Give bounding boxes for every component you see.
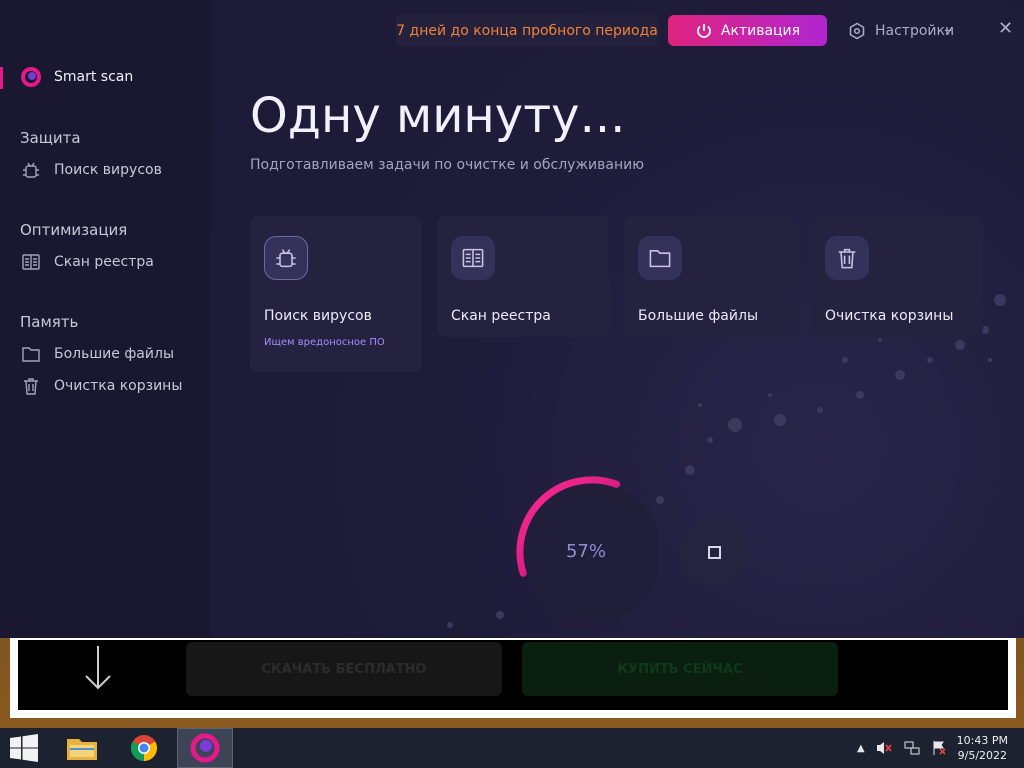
task-card-virus-scan[interactable]: Поиск вирусов Ищем вредоносное ПО	[250, 216, 422, 372]
sidebar-item-label: Очистка корзины	[54, 378, 183, 394]
page-subtitle: Подготавливаем задачи по очистке и обслу…	[250, 157, 645, 173]
bug-icon	[264, 236, 308, 280]
clock-date: 9/5/2022	[957, 749, 1008, 762]
chevron-up-icon[interactable]: ▲	[857, 743, 865, 754]
buy-now-button: КУПИТЬ СЕЙЧАС	[522, 642, 838, 696]
sidebar-section-protection: Защита	[20, 129, 81, 147]
sidebar-item-label: Smart scan	[54, 69, 134, 85]
active-indicator	[0, 67, 3, 89]
smart-scan-logo-icon	[20, 66, 42, 88]
task-card-large-files[interactable]: Большие файлы	[624, 216, 796, 337]
sidebar-item-recycle-clean[interactable]: Очистка корзины	[20, 375, 182, 397]
taskbar-chrome[interactable]	[116, 728, 172, 768]
cleaner-app-icon	[190, 733, 220, 763]
power-icon	[697, 23, 711, 38]
sidebar-section-memory: Память	[20, 313, 79, 331]
download-free-button: СКАЧАТЬ БЕСПЛАТНО	[186, 642, 502, 696]
activate-label: Активация	[720, 22, 801, 39]
trash-icon	[20, 375, 42, 397]
registry-book-icon	[20, 251, 42, 273]
task-card-label: Поиск вирусов	[264, 308, 372, 324]
taskbar-file-explorer[interactable]	[54, 728, 110, 768]
network-icon[interactable]	[903, 740, 921, 756]
registry-book-icon	[451, 236, 495, 280]
action-center-flag-icon[interactable]	[931, 740, 947, 756]
sidebar-item-large-files[interactable]: Большие файлы	[20, 343, 174, 365]
background-window-body: СКАЧАТЬ БЕСПЛАТНО КУПИТЬ СЕЙЧАС	[18, 640, 1008, 710]
background-window: СКАЧАТЬ БЕСПЛАТНО КУПИТЬ СЕЙЧАС	[10, 636, 1016, 718]
close-button[interactable]: ✕	[998, 18, 1016, 42]
activate-button[interactable]: Активация	[668, 15, 827, 46]
trash-icon	[825, 236, 869, 280]
settings-label: Настройки	[875, 22, 955, 39]
trial-notice[interactable]: 7 дней до конца пробного периода	[396, 15, 658, 46]
volume-muted-icon[interactable]	[875, 740, 893, 756]
task-card-recycle-clean[interactable]: Очистка корзины	[811, 216, 983, 337]
bug-icon	[20, 159, 42, 181]
sidebar-item-virus-scan[interactable]: Поиск вирусов	[20, 159, 162, 181]
task-card-label: Скан реестра	[451, 308, 551, 324]
windows-start-icon[interactable]	[8, 734, 40, 762]
page-title: Одну минуту...	[250, 88, 626, 144]
sidebar-item-registry-scan[interactable]: Скан реестра	[20, 251, 154, 273]
scan-progress-ring: 57%	[514, 474, 662, 622]
folder-icon	[20, 343, 42, 365]
folder-icon	[67, 739, 97, 760]
app-window: Smart scan Защита Поиск вирусов Оптимиза…	[0, 0, 1024, 638]
sidebar-item-label: Скан реестра	[54, 254, 154, 270]
arrow-down-icon	[85, 646, 111, 690]
minimize-button[interactable]: –	[944, 20, 960, 40]
sidebar-section-optimization: Оптимизация	[20, 221, 128, 239]
taskbar-cleaner-app[interactable]	[177, 728, 233, 768]
sidebar-item-label: Большие файлы	[54, 346, 174, 362]
taskbar: ▲ 10:43 PM 9/5/2022	[0, 728, 1024, 768]
sidebar-item-label: Поиск вирусов	[54, 162, 162, 178]
gear-icon	[849, 22, 865, 39]
task-card-label: Очистка корзины	[825, 308, 954, 324]
stop-icon	[707, 545, 721, 559]
progress-percent: 57%	[565, 540, 606, 562]
folder-icon	[638, 236, 682, 280]
stop-button[interactable]	[680, 518, 748, 586]
task-card-registry-scan[interactable]: Скан реестра	[437, 216, 609, 337]
chrome-icon	[130, 735, 158, 762]
task-card-status: Ищем вредоносное ПО	[264, 337, 385, 348]
clock[interactable]: 10:43 PM 9/5/2022	[957, 733, 1008, 763]
clock-time: 10:43 PM	[956, 734, 1008, 747]
task-card-label: Большие файлы	[638, 308, 758, 324]
system-tray: ▲ 10:43 PM 9/5/2022	[857, 728, 1008, 768]
settings-button[interactable]: Настройки	[848, 15, 954, 46]
sidebar-item-smart-scan[interactable]: Smart scan	[20, 66, 133, 88]
